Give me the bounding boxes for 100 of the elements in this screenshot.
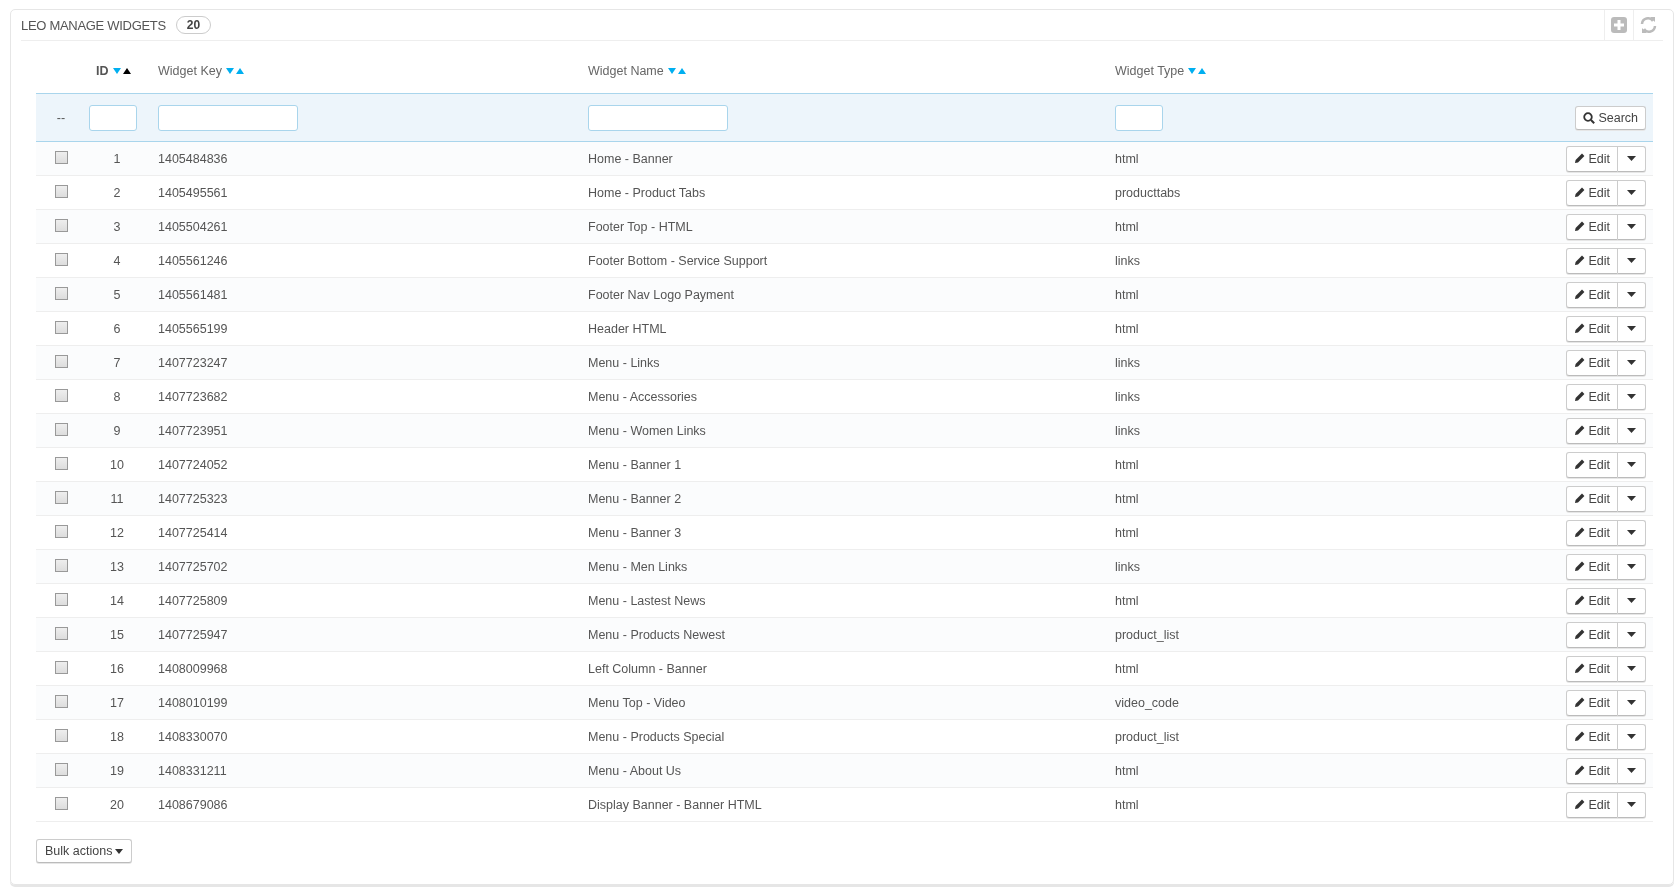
row-checkbox[interactable]	[54, 694, 68, 708]
dropdown-button[interactable]	[1618, 349, 1646, 376]
search-button[interactable]: Search	[1575, 105, 1646, 130]
dropdown-button[interactable]	[1618, 247, 1646, 274]
table-cell: 1405561246	[158, 253, 228, 268]
row-checkbox[interactable]	[54, 320, 68, 334]
caret-icon	[1627, 734, 1636, 739]
table-cell: links	[1115, 355, 1140, 370]
column-header: ID	[96, 64, 109, 78]
dropdown-button[interactable]	[1618, 417, 1646, 444]
table-cell: links	[1115, 389, 1140, 404]
row-checkbox[interactable]	[54, 184, 68, 198]
dropdown-button[interactable]	[1618, 723, 1646, 750]
dropdown-button[interactable]	[1618, 451, 1646, 478]
edit-button[interactable]: Edit	[1566, 349, 1618, 376]
edit-button[interactable]: Edit	[1566, 145, 1618, 172]
row-checkbox[interactable]	[54, 388, 68, 402]
edit-button[interactable]: Edit	[1566, 315, 1618, 342]
edit-button[interactable]: Edit	[1566, 179, 1618, 206]
table-cell: Menu - Women Links	[588, 423, 706, 438]
dropdown-button[interactable]	[1618, 621, 1646, 648]
table-cell: 1408679086	[158, 797, 228, 812]
caret-icon	[1627, 632, 1636, 637]
dropdown-button[interactable]	[1618, 281, 1646, 308]
table-cell: 19	[110, 763, 124, 778]
table-cell: 10	[110, 457, 124, 472]
dropdown-button[interactable]	[1618, 213, 1646, 240]
edit-button[interactable]: Edit	[1566, 247, 1618, 274]
edit-button[interactable]: Edit	[1566, 213, 1618, 240]
edit-button[interactable]: Edit	[1566, 757, 1618, 784]
dropdown-button[interactable]	[1618, 383, 1646, 410]
edit-button[interactable]: Edit	[1566, 553, 1618, 580]
dropdown-button[interactable]	[1618, 587, 1646, 614]
dropdown-button[interactable]	[1618, 757, 1646, 784]
table-cell: Menu - Products Newest	[588, 627, 725, 642]
dropdown-button[interactable]	[1618, 179, 1646, 206]
row-checkbox[interactable]	[54, 252, 68, 266]
row-checkbox[interactable]	[54, 524, 68, 538]
table-cell: Menu Top - Video	[588, 695, 686, 710]
edit-button[interactable]: Edit	[1566, 383, 1618, 410]
table-cell: html	[1115, 525, 1139, 540]
name-filter-field[interactable]	[588, 104, 728, 131]
row-checkbox[interactable]	[54, 728, 68, 742]
dropdown-button[interactable]	[1618, 655, 1646, 682]
row-checkbox[interactable]	[54, 422, 68, 436]
pencil-icon	[1574, 765, 1586, 776]
row-checkbox[interactable]	[54, 660, 68, 674]
row-checkbox[interactable]	[54, 218, 68, 232]
edit-button[interactable]: Edit	[1566, 587, 1618, 614]
edit-button[interactable]: Edit	[1566, 655, 1618, 682]
table-cell: html	[1115, 661, 1139, 676]
dropdown-button[interactable]	[1618, 485, 1646, 512]
sort-arrows-icon[interactable]	[112, 67, 131, 75]
row-checkbox[interactable]	[54, 796, 68, 810]
edit-button[interactable]: Edit	[1566, 519, 1618, 546]
row-checkbox[interactable]	[54, 490, 68, 504]
edit-button[interactable]: Edit	[1566, 281, 1618, 308]
row-checkbox[interactable]	[54, 592, 68, 606]
pencil-icon	[1574, 731, 1586, 742]
table-cell: 1407725947	[158, 627, 228, 642]
key-filter-field[interactable]	[158, 104, 298, 131]
dropdown-button[interactable]	[1618, 145, 1646, 172]
edit-button[interactable]: Edit	[1566, 417, 1618, 444]
row-checkbox[interactable]	[54, 150, 68, 164]
edit-button[interactable]: Edit	[1566, 451, 1618, 478]
pencil-icon	[1574, 799, 1586, 810]
table-cell: 7	[113, 355, 121, 370]
edit-button[interactable]: Edit	[1566, 485, 1618, 512]
refresh-icon[interactable]	[1640, 17, 1657, 33]
pencil-icon	[1574, 561, 1586, 572]
dropdown-button[interactable]	[1618, 791, 1646, 818]
table-cell: 1408330070	[158, 729, 228, 744]
dropdown-button[interactable]	[1618, 519, 1646, 546]
table-cell: html	[1115, 491, 1139, 506]
column-header: Widget Type	[1115, 64, 1185, 78]
row-checkbox[interactable]	[54, 762, 68, 776]
row-checkbox[interactable]	[54, 286, 68, 300]
caret-icon	[1627, 156, 1636, 161]
table-cell: 1408010199	[158, 695, 228, 710]
table-cell: Footer Nav Logo Payment	[588, 287, 734, 302]
row-checkbox[interactable]	[54, 456, 68, 470]
edit-button[interactable]: Edit	[1566, 723, 1618, 750]
table-cell: Menu - Products Special	[588, 729, 725, 744]
pencil-icon	[1574, 425, 1586, 436]
table-cell: 8	[113, 389, 121, 404]
edit-button[interactable]: Edit	[1566, 791, 1618, 818]
caret-icon	[1627, 224, 1636, 229]
type-filter-field[interactable]	[1115, 104, 1163, 131]
dropdown-button[interactable]	[1618, 689, 1646, 716]
row-checkbox[interactable]	[54, 626, 68, 640]
bulk-actions-button[interactable]: Bulk actions	[36, 839, 133, 863]
add-icon[interactable]	[1611, 17, 1627, 33]
pencil-icon	[1574, 595, 1586, 606]
edit-button[interactable]: Edit	[1566, 689, 1618, 716]
row-checkbox[interactable]	[54, 558, 68, 572]
id-filter-field[interactable]	[89, 104, 137, 131]
row-checkbox[interactable]	[54, 354, 68, 368]
edit-button[interactable]: Edit	[1566, 621, 1618, 648]
dropdown-button[interactable]	[1618, 315, 1646, 342]
dropdown-button[interactable]	[1618, 553, 1646, 580]
